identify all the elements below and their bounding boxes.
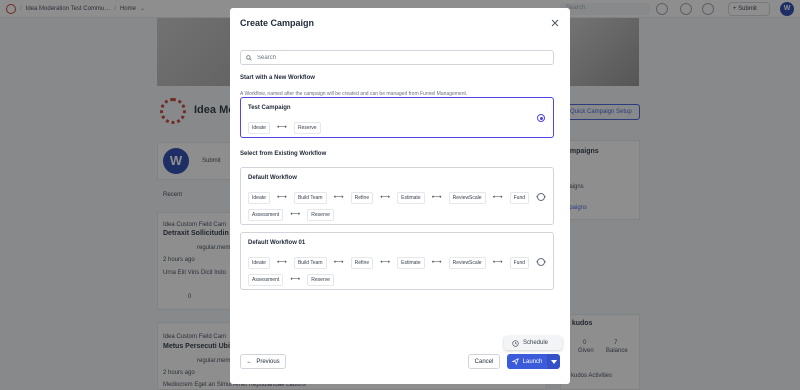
workflow-name: Default Workflow 01 [248, 240, 306, 246]
launch-label: Launch [522, 358, 543, 365]
stage-chip: Build Team [293, 257, 327, 269]
arrow-icon: ⟷ [492, 194, 503, 201]
stage-row: Assessment ⟷ Reserve [248, 274, 334, 286]
close-icon[interactable] [550, 18, 560, 28]
stage-chip: ReviewScale [448, 257, 486, 269]
stage-chip: Ideate [248, 257, 270, 269]
arrow-icon: ⟷ [276, 259, 287, 266]
workflow-name: Test Campaign [248, 105, 291, 111]
stage-chip: Estimate [397, 257, 425, 269]
existing-workflow-heading: Select from Existing Workflow [240, 151, 327, 157]
workflow-search[interactable] [240, 50, 554, 65]
workflow-radio[interactable] [537, 114, 545, 122]
arrow-left-icon: ← [246, 358, 253, 365]
workflow-radio[interactable] [537, 193, 545, 201]
arrow-icon: ⟷ [492, 259, 503, 266]
stage-chip: Assessment [248, 209, 284, 221]
stage-chip: Estimate [397, 192, 425, 204]
arrow-icon: ⟷ [380, 194, 391, 201]
schedule-label: Schedule [523, 340, 549, 346]
stage-chip: Ideate [248, 122, 270, 134]
new-workflow-heading: Start with a New Workflow [240, 75, 315, 81]
arrow-icon: ⟷ [333, 259, 344, 266]
chevron-down-icon [550, 359, 557, 364]
stage-row: Assessment ⟷ Reserve [248, 209, 334, 221]
workflow-name: Default Workflow [248, 175, 297, 181]
arrow-icon: ⟷ [431, 259, 442, 266]
clock-icon [512, 339, 519, 347]
arrow-icon: ⟷ [276, 194, 287, 201]
arrow-icon: ⟷ [380, 259, 391, 266]
stage-row: Ideate ⟷ Build Team ⟷ Refine ⟷ Estimate … [248, 257, 550, 269]
stage-chip: Fund [509, 257, 530, 269]
stage-row: Ideate ⟷ Reserve [248, 122, 321, 134]
stage-chip: Ideate [248, 192, 270, 204]
cancel-button[interactable]: Cancel [468, 354, 500, 369]
search-icon [246, 54, 252, 61]
stage-chip: Refine [350, 192, 374, 204]
workflow-card-default[interactable]: Default Workflow Ideate ⟷ Build Team ⟷ R… [240, 167, 554, 225]
schedule-option[interactable]: Schedule [504, 336, 562, 350]
launch-options-toggle[interactable] [547, 354, 560, 369]
stage-row: Ideate ⟷ Build Team ⟷ Refine ⟷ Estimate … [248, 192, 550, 204]
stage-chip: Build Team [293, 192, 327, 204]
stage-chip: Fund [509, 192, 530, 204]
modal-title: Create Campaign [240, 18, 315, 28]
stage-chip: Refine [350, 257, 374, 269]
cancel-label: Cancel [474, 358, 494, 365]
arrow-icon: ⟷ [276, 124, 287, 131]
arrow-icon: ⟷ [290, 276, 301, 283]
stage-chip: Assessment [248, 274, 284, 286]
previous-label: Previous [256, 358, 280, 365]
stage-chip: Reserve [307, 209, 334, 221]
arrow-icon: ⟷ [333, 194, 344, 201]
create-campaign-modal: Create Campaign Start with a New Workflo… [230, 8, 570, 384]
workflow-card-default-01[interactable]: Default Workflow 01 Ideate ⟷ Build Team … [240, 232, 554, 290]
send-icon [511, 358, 519, 365]
previous-button[interactable]: ← Previous [240, 354, 286, 369]
stage-chip: ReviewScale [448, 192, 486, 204]
stage-chip: Reserve [307, 274, 334, 286]
new-workflow-card[interactable]: Test Campaign Ideate ⟷ Reserve [240, 97, 554, 138]
search-input[interactable] [257, 54, 537, 61]
arrow-icon: ⟷ [290, 211, 301, 218]
launch-button[interactable]: Launch [507, 354, 547, 369]
workflow-radio[interactable] [537, 258, 545, 266]
stage-chip: Reserve [293, 122, 321, 134]
arrow-icon: ⟷ [431, 194, 442, 201]
